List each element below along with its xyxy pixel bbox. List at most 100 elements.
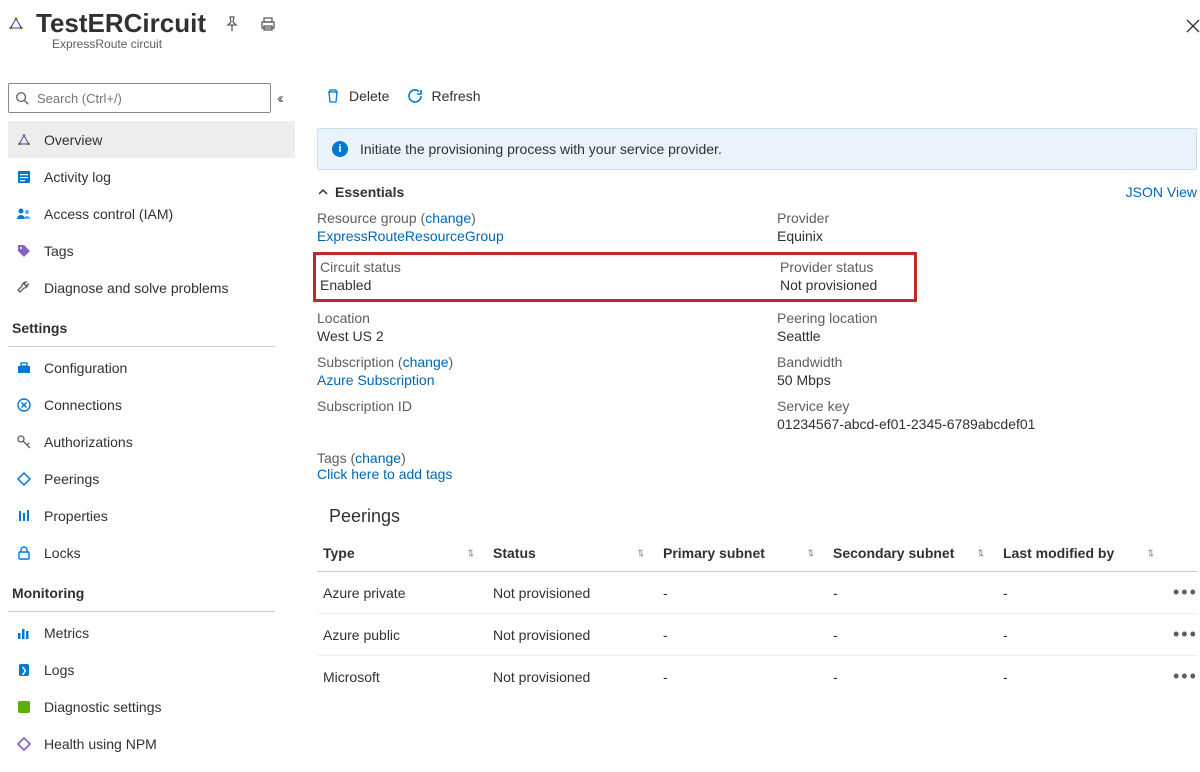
search-input[interactable] (35, 90, 264, 107)
cell-secondary: - (827, 572, 997, 614)
nav-item-activity-log[interactable]: Activity log (8, 158, 295, 195)
nav-item-health-using-npm[interactable]: Health using NPM (8, 725, 295, 762)
nav-item-diagnose-and-solve-problems[interactable]: Diagnose and solve problems (8, 269, 295, 306)
provider-value: Equinix (777, 228, 1197, 244)
pin-icon[interactable] (218, 10, 246, 38)
refresh-label: Refresh (431, 88, 480, 104)
notice-text: Initiate the provisioning process with y… (360, 141, 722, 157)
search-icon (15, 91, 29, 105)
nav-item-configuration[interactable]: Configuration (8, 349, 295, 386)
nav-item-label: Diagnostic settings (44, 699, 162, 715)
col-primary[interactable]: Primary subnet↑↓ (657, 535, 827, 572)
subscription-change[interactable]: change (403, 354, 449, 370)
resource-group-value[interactable]: ExpressRouteResourceGroup (317, 228, 777, 244)
circuit-status-label: Circuit status (320, 259, 776, 275)
provider-status-label: Provider status (780, 259, 914, 275)
nav-item-label: Logs (44, 662, 74, 678)
nav-item-tags[interactable]: Tags (8, 232, 295, 269)
diag-icon (16, 699, 32, 715)
nav-item-logs[interactable]: ❯ Logs (8, 651, 295, 688)
resource-group-label: Resource group (317, 210, 417, 226)
toolbox-icon (16, 360, 32, 376)
row-menu-icon[interactable]: ••• (1167, 656, 1197, 698)
logo-icon (8, 16, 24, 32)
cell-status: Not provisioned (487, 572, 657, 614)
cell-secondary: - (827, 614, 997, 656)
json-view-link[interactable]: JSON View (1126, 184, 1197, 200)
svg-text:❯: ❯ (21, 666, 28, 675)
cell-primary: - (657, 572, 827, 614)
peerings-row[interactable]: Azure privateNot provisioned---••• (317, 572, 1197, 614)
nav-item-connections[interactable]: Connections (8, 386, 295, 423)
col-modified[interactable]: Last modified by↑↓ (997, 535, 1167, 572)
peer-icon (16, 471, 32, 487)
nav-section-settings: Settings (8, 306, 295, 342)
refresh-button[interactable]: Refresh (407, 88, 480, 104)
provider-status-value: Not provisioned (780, 277, 914, 293)
provider-label: Provider (777, 210, 1197, 226)
nav-item-label: Activity log (44, 169, 111, 185)
col-status[interactable]: Status↑↓ (487, 535, 657, 572)
essentials-toggle[interactable]: Essentials (317, 184, 404, 200)
location-value: West US 2 (317, 328, 777, 344)
nav-item-authorizations[interactable]: Authorizations (8, 423, 295, 460)
cell-primary: - (657, 614, 827, 656)
service-key-value: 01234567-abcd-ef01-2345-6789abcdef01 (777, 416, 1197, 432)
tags-label: Tags (317, 450, 347, 466)
subscription-value[interactable]: Azure Subscription (317, 372, 777, 388)
essentials-label: Essentials (335, 184, 404, 200)
chevron-up-icon (317, 186, 329, 198)
nav-item-label: Peerings (44, 471, 99, 487)
col-type[interactable]: Type↑↓ (317, 535, 487, 572)
status-highlight-box: Circuit status Enabled Provider status N… (313, 252, 917, 302)
health-icon (16, 736, 32, 752)
collapse-sidebar-icon[interactable]: ‹‹ (279, 90, 289, 107)
nav-item-overview[interactable]: Overview (8, 121, 295, 158)
nav-item-label: Locks (44, 545, 81, 561)
peering-location-label: Peering location (777, 310, 1197, 326)
tags-change[interactable]: change (355, 450, 401, 466)
peerings-row[interactable]: Azure publicNot provisioned---••• (317, 614, 1197, 656)
subscription-id-label: Subscription ID (317, 398, 777, 414)
cell-modified: - (997, 572, 1167, 614)
nav-item-label: Connections (44, 397, 122, 413)
nav-section-monitoring: Monitoring (8, 571, 295, 607)
row-menu-icon[interactable]: ••• (1167, 572, 1197, 614)
col-secondary[interactable]: Secondary subnet↑↓ (827, 535, 997, 572)
bandwidth-label: Bandwidth (777, 354, 1197, 370)
print-icon[interactable] (254, 10, 282, 38)
nav-item-metrics[interactable]: Metrics (8, 614, 295, 651)
peerings-row[interactable]: MicrosoftNot provisioned---••• (317, 656, 1197, 698)
cell-type: Azure public (317, 614, 487, 656)
nav-item-diagnostic-settings[interactable]: Diagnostic settings (8, 688, 295, 725)
key-icon (16, 434, 32, 450)
delete-button[interactable]: Delete (325, 88, 389, 104)
nav-item-peerings[interactable]: Peerings (8, 460, 295, 497)
location-label: Location (317, 310, 777, 326)
resource-group-change[interactable]: change (425, 210, 471, 226)
nav-item-label: Properties (44, 508, 108, 524)
peering-location-value: Seattle (777, 328, 1197, 344)
close-icon[interactable] (1185, 18, 1200, 37)
tag-icon (16, 243, 32, 259)
cell-secondary: - (827, 656, 997, 698)
nav-item-properties[interactable]: Properties (8, 497, 295, 534)
search-input-wrapper[interactable] (8, 83, 271, 113)
circle-x-icon (16, 397, 32, 413)
row-menu-icon[interactable]: ••• (1167, 614, 1197, 656)
log-icon (16, 169, 32, 185)
page-title: TestERCircuit (36, 8, 206, 39)
nav-item-access-control-iam-[interactable]: Access control (IAM) (8, 195, 295, 232)
nav-item-locks[interactable]: Locks (8, 534, 295, 571)
props-icon (16, 508, 32, 524)
subscription-label: Subscription (317, 354, 394, 370)
cell-status: Not provisioned (487, 614, 657, 656)
peerings-table: Type↑↓ Status↑↓ Primary subnet↑↓ Seconda… (317, 535, 1197, 697)
subscription-id-value (317, 416, 777, 432)
cell-type: Azure private (317, 572, 487, 614)
cell-status: Not provisioned (487, 656, 657, 698)
add-tags-link[interactable]: Click here to add tags (317, 466, 452, 482)
logo-icon (16, 132, 32, 148)
circuit-status-value: Enabled (320, 277, 776, 293)
nav-item-label: Access control (IAM) (44, 206, 173, 222)
